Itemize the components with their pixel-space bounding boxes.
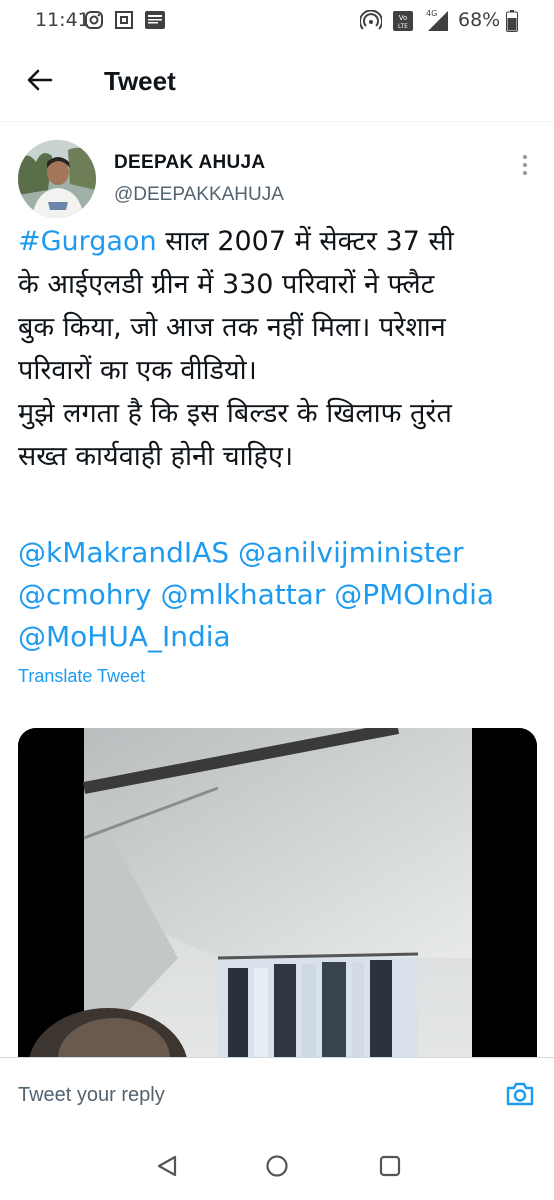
tweet-text: #Gurgaon साल 2007 में सेक्टर 37 सी के आई… xyxy=(18,220,538,478)
mentions: @kMakrandIAS @anilvijminister @cmohry @m… xyxy=(18,532,538,658)
reply-input[interactable]: Tweet your reply xyxy=(18,1084,478,1107)
avatar[interactable] xyxy=(18,140,96,218)
tweet-line-text: साल 2007 में सेक्टर 37 सी xyxy=(156,226,454,257)
nav-recents-button[interactable] xyxy=(375,1153,405,1183)
dot-icon xyxy=(523,171,527,175)
svg-text:Vo: Vo xyxy=(399,14,408,22)
camera-button[interactable] xyxy=(500,1076,540,1116)
more-options-button[interactable] xyxy=(510,150,540,180)
news-icon xyxy=(144,10,166,35)
volte-icon: Vo LTE xyxy=(392,10,414,37)
mention-link[interactable]: @anilvijminister xyxy=(238,536,463,569)
signal-icon: 4G xyxy=(420,8,450,37)
svg-text:4G: 4G xyxy=(426,9,437,18)
nav-home-button[interactable] xyxy=(262,1153,292,1183)
tweet-line: मुझे लगता है कि इस बिल्डर के खिलाफ तुरंत xyxy=(18,398,452,429)
back-triangle-icon xyxy=(156,1155,178,1182)
reply-bar: Tweet your reply xyxy=(0,1057,554,1133)
status-time: 11:41 xyxy=(35,9,90,31)
mention-link[interactable]: @kMakrandIAS xyxy=(18,536,229,569)
translate-tweet-link[interactable]: Translate Tweet xyxy=(18,666,145,687)
arrow-left-icon xyxy=(27,69,53,96)
tweet-line: के आईएलडी ग्रीन में 330 परिवारों ने फ्लै… xyxy=(18,269,435,300)
user-handle[interactable]: @DEEPAKKAHUJA xyxy=(114,184,284,206)
camera-icon xyxy=(505,1081,535,1112)
battery-icon xyxy=(506,10,518,37)
mention-link[interactable]: @cmohry xyxy=(18,578,152,611)
mentions-line: @MoHUA_India xyxy=(18,616,538,658)
tweet-video[interactable] xyxy=(18,728,537,1058)
header: Tweet xyxy=(0,42,554,122)
hotspot-icon xyxy=(359,9,383,37)
tweet-line: सख्त कार्यवाही होनी चाहिए। xyxy=(18,441,294,472)
recents-square-icon xyxy=(379,1155,401,1182)
scan-icon xyxy=(114,10,134,35)
system-nav-bar xyxy=(0,1133,554,1200)
status-bar: 11:41 Vo LTE 4G 68% xyxy=(0,0,554,42)
mentions-line: @kMakrandIAS @anilvijminister xyxy=(18,532,538,574)
mention-link[interactable]: @PMOIndia xyxy=(334,578,494,611)
home-circle-icon xyxy=(265,1154,289,1183)
display-name[interactable]: DEEPAK AHUJA xyxy=(114,152,265,174)
tweet-line: #Gurgaon साल 2007 में सेक्टर 37 सी xyxy=(18,220,538,263)
tweet-line: परिवारों का एक वीडियो। xyxy=(18,355,257,386)
mention-link[interactable]: @mlkhattar xyxy=(161,578,326,611)
hashtag-link[interactable]: #Gurgaon xyxy=(18,226,157,257)
tweet-line: बुक किया, जो आज तक नहीं मिला। परेशान xyxy=(18,312,446,343)
mention-link[interactable]: @MoHUA_India xyxy=(18,620,231,653)
dot-icon xyxy=(523,155,527,159)
back-button[interactable] xyxy=(20,62,60,102)
instagram-icon xyxy=(84,10,104,35)
svg-text:LTE: LTE xyxy=(398,23,408,30)
mentions-line: @cmohry @mlkhattar @PMOIndia xyxy=(18,574,538,616)
dot-icon xyxy=(523,163,527,167)
page-title: Tweet xyxy=(104,66,176,96)
nav-back-button[interactable] xyxy=(152,1153,182,1183)
battery-percent: 68% xyxy=(458,9,501,31)
